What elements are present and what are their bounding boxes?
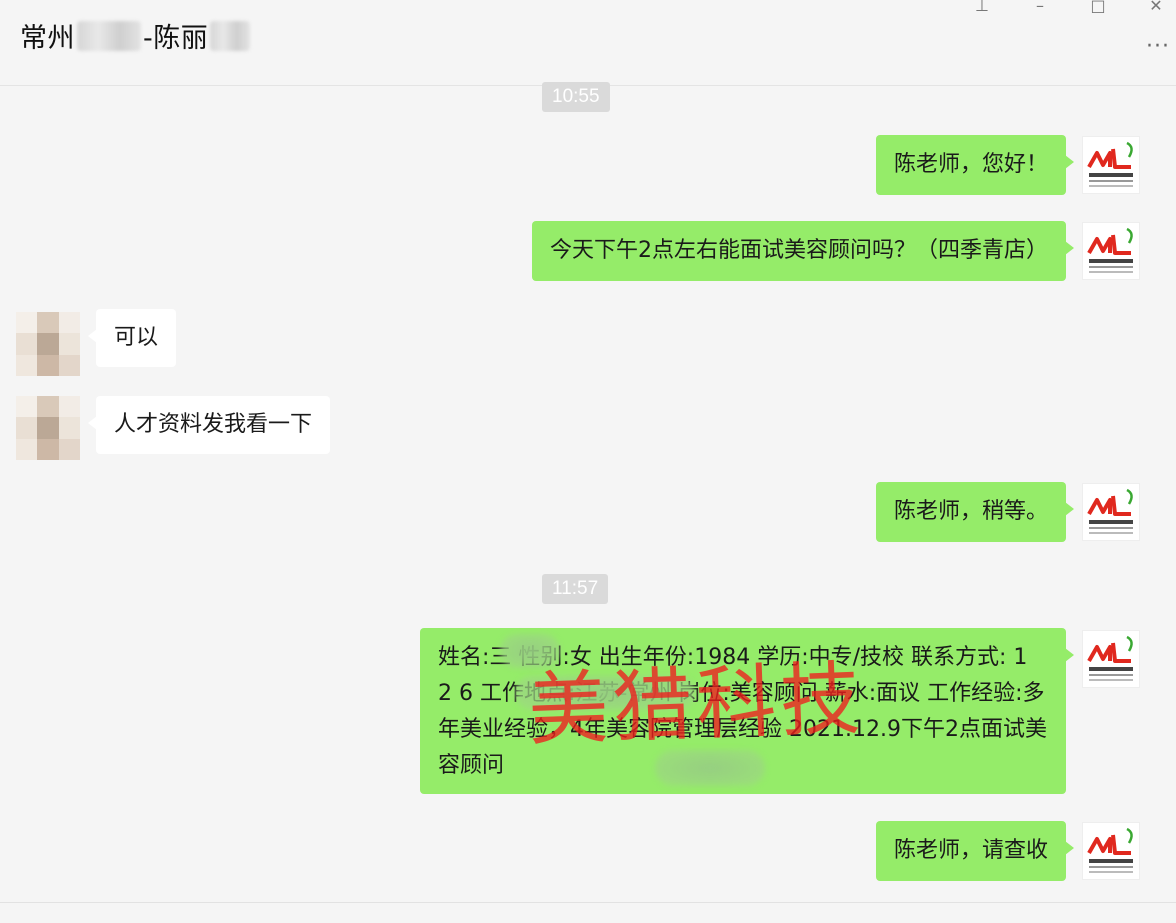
contact-avatar[interactable] [16,312,80,376]
my-avatar[interactable] [1082,630,1140,688]
pin-icon[interactable]: ⊥ [970,0,994,15]
message-bubble-incoming[interactable]: 人才资料发我看一下 [87,396,331,454]
chat-title-suffix: 丽 [180,23,209,54]
ml-logo-icon [1087,635,1133,681]
chat-title-middle: -陈 [143,23,181,54]
timestamp: 10:55 [542,82,610,112]
message-bubble-outgoing[interactable]: 陈老师，稍等。 [875,482,1075,542]
close-icon[interactable]: ✕ [1144,0,1168,15]
my-avatar[interactable] [1082,483,1140,541]
my-avatar[interactable] [1082,822,1140,880]
ml-logo-icon [1087,827,1133,873]
timestamp: 11:57 [542,574,609,604]
more-options-icon[interactable]: ··· [1146,34,1170,59]
my-avatar[interactable] [1082,136,1140,194]
minimize-icon[interactable]: – [1028,0,1052,15]
input-area-divider [0,902,1176,923]
message-bubble-outgoing[interactable]: 今天下午2点左右能面试美容顾问吗？（四季青店） [532,221,1074,281]
chat-header: 常州 -陈 丽 ⊥ – □ ✕ ··· [0,0,1176,86]
chat-title: 常州 -陈 丽 [20,16,251,55]
redacted-block [210,20,251,51]
chat-title-prefix: 常州 [20,23,75,54]
message-bubble-outgoing[interactable]: 陈老师，您好！ [875,135,1075,195]
watermark-text: 美猎科技 [526,652,866,757]
message-bubble-incoming[interactable]: 可以 [87,309,177,367]
window-controls: ⊥ – □ ✕ [970,0,1168,15]
my-avatar[interactable] [1082,222,1140,280]
message-bubble-outgoing[interactable]: 陈老师，请查收 [875,821,1075,881]
maximize-icon[interactable]: □ [1086,0,1110,15]
ml-logo-icon [1087,141,1133,187]
ml-logo-icon [1087,227,1133,273]
contact-avatar[interactable] [16,396,80,460]
redacted-block [77,20,141,51]
ml-logo-icon [1087,488,1133,534]
